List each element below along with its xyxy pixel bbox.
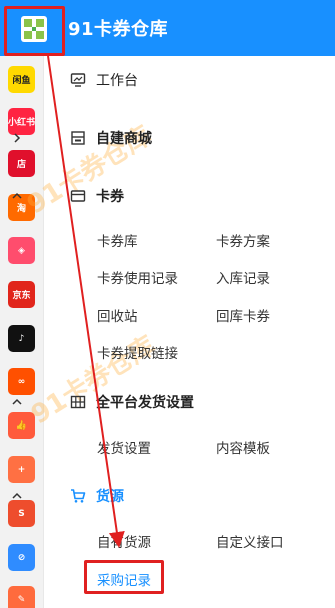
annotation-arrow	[47, 55, 125, 548]
